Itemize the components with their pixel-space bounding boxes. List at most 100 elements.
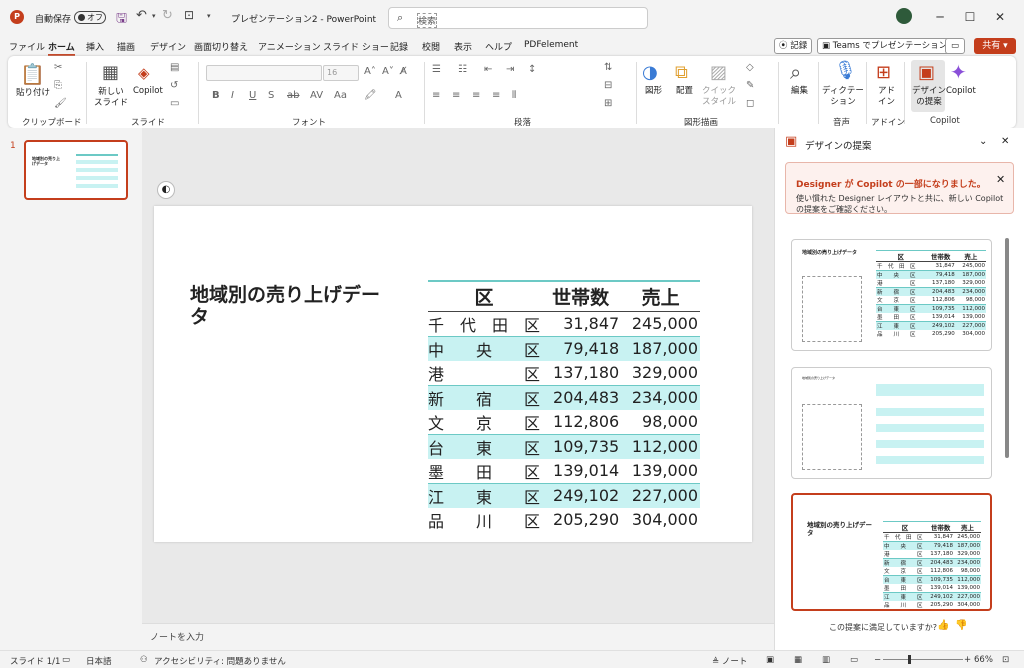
addins-icon[interactable]: ⊞ (876, 62, 891, 83)
tab-file[interactable]: ファイル (9, 40, 45, 53)
zoom-level[interactable]: 66% (974, 655, 993, 665)
arrange-button[interactable]: 配置 (676, 86, 693, 97)
pane-close-icon[interactable]: ✕ (1001, 136, 1009, 147)
customize-qat-icon[interactable]: ▾ (207, 12, 211, 20)
spellcheck-icon[interactable]: ▭ (62, 655, 70, 665)
font-color-icon[interactable]: A (395, 90, 402, 101)
slide[interactable]: 地域別の売り上げデータ 区 世帯数 売上 千 代 田 区 31,847 245,00… (154, 206, 752, 542)
undo-dropdown-icon[interactable]: ▾ (152, 12, 156, 20)
accessibility-status[interactable]: アクセシビリティ: 問題ありません (154, 655, 286, 667)
new-slide-icon[interactable]: ▦ (102, 62, 119, 83)
section-icon[interactable]: ▭ (170, 98, 179, 109)
data-table[interactable]: 区 世帯数 売上 千 代 田 区 31,847 245,000 中 央 区 79,41… (428, 280, 700, 532)
slide-sorter-icon[interactable]: ▦ (794, 655, 802, 665)
shapes-icon[interactable]: ◑ (642, 62, 658, 83)
new-slide-button[interactable]: 新しい スライド (94, 87, 128, 109)
save-icon[interactable]: 🖫 (116, 9, 127, 31)
tab-insert[interactable]: 挿入 (86, 40, 104, 53)
shadow-icon[interactable]: S (268, 90, 274, 101)
design-suggestion-1[interactable]: 地域別の売り上げデータ 区世帯数 売上 千 代 田 区 31,847 245,000 … (791, 239, 992, 351)
columns-icon[interactable]: ⫴ (512, 90, 516, 101)
record-button[interactable]: ⦿ 記録 (774, 38, 813, 54)
copilot-button[interactable]: Copilot (946, 86, 976, 97)
fit-slide-icon[interactable]: ⊡ (1002, 655, 1009, 665)
smartart-icon[interactable]: ⊞ (604, 98, 612, 109)
tab-view[interactable]: 表示 (454, 40, 472, 53)
notes-toggle[interactable]: ≜ ノート (712, 655, 747, 667)
close-icon[interactable]: ✕ (980, 6, 1020, 28)
design-suggestion-2[interactable]: 地域別の売り上げデータ (791, 367, 992, 479)
design-suggestion-3[interactable]: 地域別の売り上げデータ 区世帯数 売上 千 代 田 区 31,847 245,000 … (791, 493, 992, 611)
language-indicator[interactable]: 日本語 (86, 655, 112, 667)
tab-review[interactable]: 校閲 (422, 40, 440, 53)
shape-effects-icon[interactable]: ◻ (746, 98, 754, 109)
slide-thumbnail[interactable]: 地域別の売り上げデータ (24, 140, 128, 200)
editing-button[interactable]: 編集 (791, 86, 808, 97)
thumbs-up-icon[interactable]: 👍 (937, 620, 949, 631)
tab-slideshow[interactable]: スライド ショー (323, 40, 389, 53)
copilot-slide-icon[interactable]: ◈ (138, 64, 150, 82)
justify-icon[interactable]: ≡ (492, 90, 500, 101)
font-name-field[interactable] (206, 65, 322, 81)
copilot-float-icon[interactable]: ◐ (157, 181, 175, 199)
tab-pdfelement[interactable]: PDFelement (524, 40, 578, 50)
bullets-icon[interactable]: ☰ (432, 64, 441, 75)
font-size-field[interactable]: 16 (323, 65, 359, 81)
text-direction-icon[interactable]: ⇅ (604, 62, 612, 73)
quick-style-icon[interactable]: ▨ (710, 62, 727, 83)
thumbs-down-icon[interactable]: 👎 (955, 620, 967, 631)
indent-decrease-icon[interactable]: ⇤ (484, 64, 492, 75)
tab-design[interactable]: デザイン (150, 40, 186, 53)
comments-icon[interactable]: ▭ (945, 38, 965, 54)
underline-icon[interactable]: U (249, 90, 256, 101)
pane-collapse-icon[interactable]: ⌄ (979, 136, 987, 147)
reading-view-icon[interactable]: ▥ (822, 655, 830, 665)
teams-present-button[interactable]: ▣ Teams でプレゼンテーション (817, 38, 953, 54)
tab-transitions[interactable]: 画面切り替え (194, 40, 248, 53)
dictate-icon[interactable]: 🎙 (834, 60, 857, 81)
spacing-icon[interactable]: AV (310, 90, 323, 101)
present-icon[interactable]: ⊡ (184, 8, 194, 22)
format-painter-icon[interactable]: 🖌 (54, 98, 67, 109)
redo-icon[interactable]: ↻ (162, 8, 173, 23)
highlight-icon[interactable]: 🖍 (364, 90, 377, 101)
notes-area[interactable]: ノートを入力 (142, 623, 774, 650)
tab-animations[interactable]: アニメーション (258, 40, 321, 53)
slideshow-icon[interactable]: ▭ (850, 655, 858, 665)
tab-record[interactable]: 記録 (390, 40, 408, 53)
copilot-icon[interactable]: ✦ (950, 60, 967, 84)
accessibility-icon[interactable]: ⚇ (140, 655, 148, 665)
case-icon[interactable]: Aa (334, 90, 347, 101)
shrink-font-icon[interactable]: A˅ (382, 66, 394, 77)
quick-style-button[interactable]: クイック スタイル (702, 86, 736, 108)
clear-format-icon[interactable]: A̸ (400, 66, 407, 77)
zoom-in-icon[interactable]: + (964, 655, 971, 665)
pane-scrollbar[interactable] (1005, 238, 1009, 458)
strikethrough-icon[interactable]: ab (287, 90, 299, 101)
undo-icon[interactable]: ↶ (136, 8, 147, 23)
numbering-icon[interactable]: ☷ (458, 64, 467, 75)
paste-button[interactable]: 貼り付け (16, 88, 50, 99)
layout-icon[interactable]: ▤ (170, 62, 179, 73)
bold-icon[interactable]: B (212, 90, 220, 101)
tab-home[interactable]: ホーム (48, 40, 75, 56)
grow-font-icon[interactable]: A˄ (364, 66, 376, 77)
arrange-icon[interactable]: ⧉ (675, 62, 688, 83)
share-button[interactable]: 共有 ▾ (974, 38, 1016, 54)
normal-view-icon[interactable]: ▣ (766, 655, 774, 665)
shape-fill-icon[interactable]: ◇ (746, 62, 754, 73)
dictate-button[interactable]: ディクテー ション (822, 86, 864, 108)
reset-icon[interactable]: ↺ (170, 80, 178, 91)
italic-icon[interactable]: I (231, 90, 234, 101)
zoom-slider[interactable] (883, 659, 963, 660)
copy-icon[interactable]: ⎘ (54, 80, 62, 91)
paste-icon[interactable]: 📋 (20, 62, 45, 86)
align-center-icon[interactable]: ≡ (452, 90, 460, 101)
autosave-toggle[interactable]: オフ (74, 11, 106, 24)
zoom-slider-thumb[interactable] (908, 655, 911, 664)
align-left-icon[interactable]: ≡ (432, 90, 440, 101)
shape-outline-icon[interactable]: ✎ (746, 80, 754, 91)
line-spacing-icon[interactable]: ↕ (528, 64, 536, 75)
banner-close-icon[interactable]: ✕ (996, 173, 1005, 186)
cut-icon[interactable]: ✂ (54, 62, 62, 73)
